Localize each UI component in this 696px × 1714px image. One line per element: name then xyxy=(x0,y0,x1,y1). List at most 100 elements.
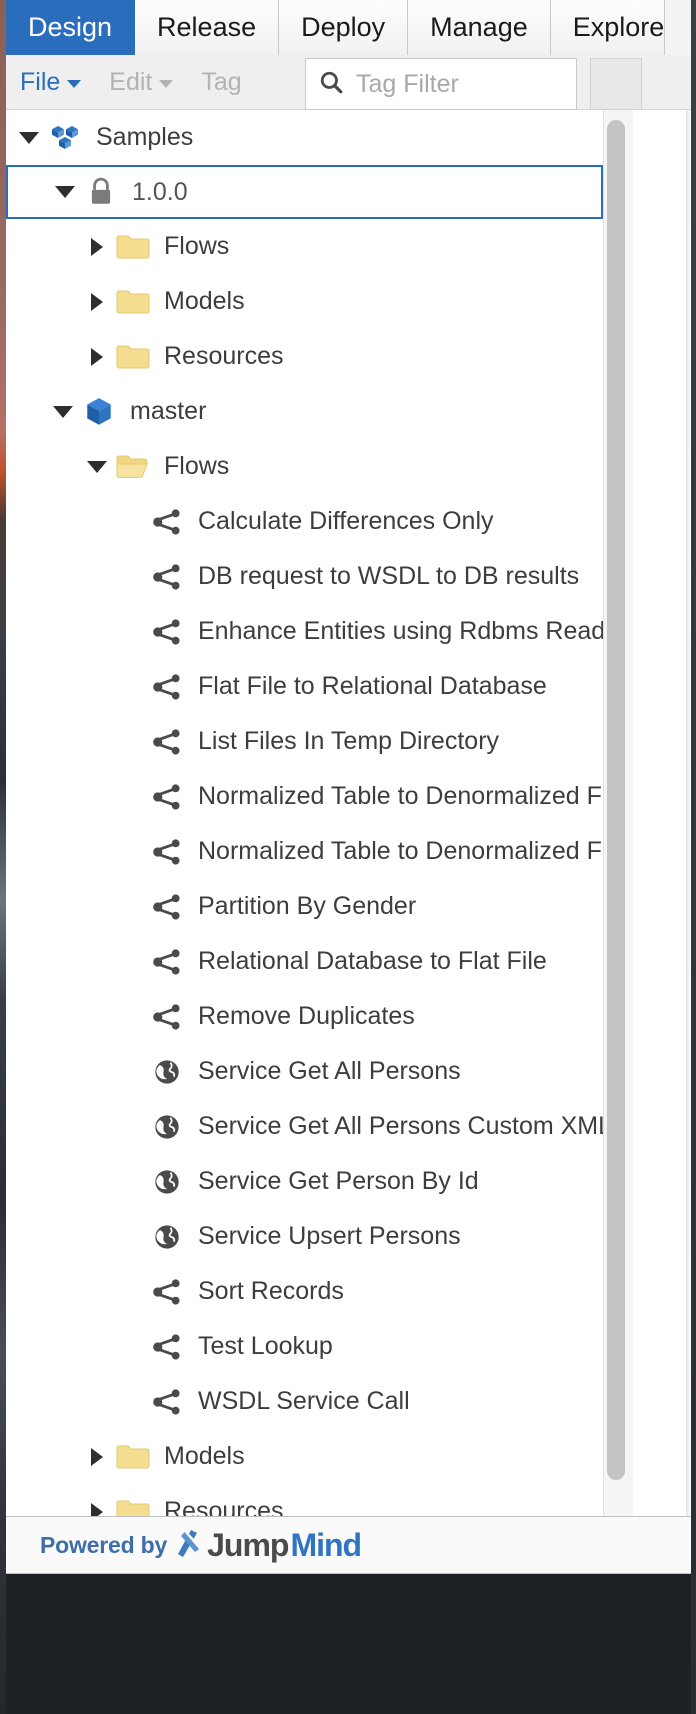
application-footer: Powered by Jump Mind xyxy=(6,1516,691,1574)
tab-deploy[interactable]: Deploy xyxy=(279,0,409,55)
jumpmind-logo[interactable]: Jump Mind xyxy=(171,1525,362,1566)
folder-open-icon xyxy=(116,451,150,483)
tree-item-label: Test Lookup xyxy=(198,1332,333,1360)
tree-item-label: Service Get All Persons Custom XML xyxy=(198,1112,603,1140)
tree-item-label: Flows xyxy=(164,452,230,480)
tree-item-relational-database-to-flat-file[interactable]: Relational Database to Flat File xyxy=(6,934,603,989)
globe-icon xyxy=(150,1056,184,1088)
tree-item-flat-file-to-relational-database[interactable]: Flat File to Relational Database xyxy=(6,659,603,714)
tree-item-label: Flows xyxy=(164,232,230,260)
tree-item-test-lookup[interactable]: Test Lookup xyxy=(6,1319,603,1374)
flow-icon xyxy=(150,1386,184,1418)
chevron-right-icon[interactable] xyxy=(84,234,110,260)
folder-closed-icon xyxy=(116,231,150,263)
tree-item-sort-records[interactable]: Sort Records xyxy=(6,1264,603,1319)
menu-tag-label: Tag xyxy=(201,67,242,96)
tab-label: Explore xyxy=(572,12,665,42)
tree-item-label: Resources xyxy=(164,1497,284,1516)
chevron-down-icon xyxy=(67,80,82,88)
flow-icon xyxy=(150,1331,184,1363)
desktop-background-sliver xyxy=(0,0,6,1714)
tree-item-master[interactable]: master xyxy=(6,384,603,439)
tree-panel-gutter xyxy=(633,110,691,1516)
tree-item-remove-duplicates[interactable]: Remove Duplicates xyxy=(6,989,603,1044)
flow-icon xyxy=(150,1001,184,1033)
tree-item-service-get-all-persons-custom-xml[interactable]: Service Get All Persons Custom XML xyxy=(6,1099,603,1154)
tab-label: Deploy xyxy=(301,12,386,42)
tree-item-label: Samples xyxy=(96,123,194,151)
flow-icon xyxy=(150,836,184,868)
chevron-down-icon[interactable] xyxy=(84,454,110,480)
tree-item-label: List Files In Temp Directory xyxy=(198,727,500,755)
flow-icon xyxy=(150,781,184,813)
menu-edit[interactable]: Edit xyxy=(95,55,187,110)
chevron-right-icon[interactable] xyxy=(84,1444,110,1470)
flow-icon xyxy=(150,726,184,758)
chevron-down-icon[interactable] xyxy=(52,179,78,205)
flow-icon xyxy=(150,561,184,593)
tree-item-normalized-table-to-denormalized-file[interactable]: Normalized Table to Denormalized File xyxy=(6,769,603,824)
menu-file[interactable]: File xyxy=(6,55,95,110)
tree-item-label: Remove Duplicates xyxy=(198,1002,415,1030)
tree-item-models[interactable]: Models xyxy=(6,274,603,329)
lock-icon xyxy=(84,176,118,208)
chevron-right-icon[interactable] xyxy=(84,344,110,370)
project-navigator-tree[interactable]: Samples 1.0.0 Flows Models Resources mas… xyxy=(6,110,603,1516)
tab-label: Design xyxy=(28,12,113,42)
tree-item-label: 1.0.0 xyxy=(132,177,188,206)
tab-explore[interactable]: Explore xyxy=(550,0,666,55)
tree-item-calculate-differences-only[interactable]: Calculate Differences Only xyxy=(6,494,603,549)
tree-item-label: Service Get All Persons xyxy=(198,1057,461,1085)
flow-icon xyxy=(150,506,184,538)
tag-filter-input[interactable] xyxy=(356,69,564,99)
globe-icon xyxy=(150,1221,184,1253)
globe-icon xyxy=(150,1166,184,1198)
tree-item-partition-by-gender[interactable]: Partition By Gender xyxy=(6,879,603,934)
tree-item-enhance-entities-using-rdbms-reader[interactable]: Enhance Entities using Rdbms Reader xyxy=(6,604,603,659)
tree-item-label: Sort Records xyxy=(198,1277,344,1305)
folder-closed-icon xyxy=(116,1441,150,1473)
tree-item-resources[interactable]: Resources xyxy=(6,1484,603,1516)
tree-item-db-request-to-wsdl-to-db-results[interactable]: DB request to WSDL to DB results xyxy=(6,549,603,604)
window-bottom-area xyxy=(6,1574,691,1714)
desktop-background-right-edge xyxy=(691,0,696,1714)
flow-icon xyxy=(150,946,184,978)
tree-item-samples[interactable]: Samples xyxy=(6,110,603,165)
tree-item-service-get-all-persons[interactable]: Service Get All Persons xyxy=(6,1044,603,1099)
tree-item-label: Service Upsert Persons xyxy=(198,1222,461,1250)
tree-item-flows[interactable]: Flows xyxy=(6,219,603,274)
tab-release[interactable]: Release xyxy=(135,0,280,55)
tree-item-label: Normalized Table to Denormalized File v xyxy=(198,837,603,865)
chevron-down-icon[interactable] xyxy=(50,399,76,425)
flow-icon xyxy=(150,891,184,923)
chevron-right-icon[interactable] xyxy=(84,289,110,315)
tree-item-service-upsert-persons[interactable]: Service Upsert Persons xyxy=(6,1209,603,1264)
tree-item-label: WSDL Service Call xyxy=(198,1387,410,1415)
tab-manage[interactable]: Manage xyxy=(408,0,551,55)
tree-item-label: Calculate Differences Only xyxy=(198,507,494,535)
tree-item-flows[interactable]: Flows xyxy=(6,439,603,494)
menu-tag[interactable]: Tag xyxy=(187,55,255,110)
tab-label: Manage xyxy=(430,12,528,42)
tab-label: Release xyxy=(157,12,257,42)
tree-item-resources[interactable]: Resources xyxy=(6,329,603,384)
tree-item-wsdl-service-call[interactable]: WSDL Service Call xyxy=(6,1374,603,1429)
chevron-down-icon[interactable] xyxy=(16,125,42,151)
tree-item-normalized-table-to-denormalized-file-v[interactable]: Normalized Table to Denormalized File v xyxy=(6,824,603,879)
tree-item-1-0-0[interactable]: 1.0.0 xyxy=(6,165,603,219)
tree-item-service-get-person-by-id[interactable]: Service Get Person By Id xyxy=(6,1154,603,1209)
tree-scrollbar-thumb[interactable] xyxy=(607,120,625,1480)
chevron-right-icon[interactable] xyxy=(84,1499,110,1516)
tree-item-label: Models xyxy=(164,287,245,315)
tree-item-models[interactable]: Models xyxy=(6,1429,603,1484)
tree-item-label: Normalized Table to Denormalized File xyxy=(198,782,603,810)
tree-item-label: Service Get Person By Id xyxy=(198,1167,479,1195)
flow-icon xyxy=(150,1276,184,1308)
tree-item-list-files-in-temp-directory[interactable]: List Files In Temp Directory xyxy=(6,714,603,769)
folder-closed-icon xyxy=(116,341,150,373)
tab-design[interactable]: Design xyxy=(6,0,136,55)
tag-filter-container xyxy=(305,58,577,110)
cube-icon xyxy=(82,396,116,428)
chevron-down-icon xyxy=(159,80,174,88)
search-icon xyxy=(318,69,344,100)
